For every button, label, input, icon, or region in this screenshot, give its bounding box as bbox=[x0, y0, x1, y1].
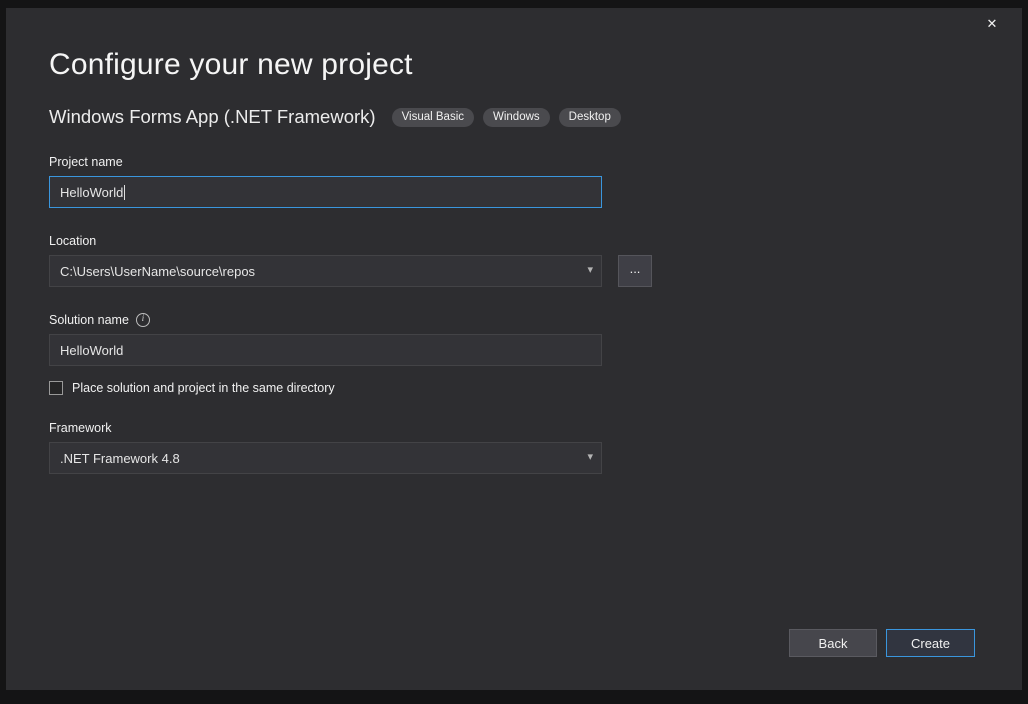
create-button[interactable]: Create bbox=[886, 629, 975, 657]
framework-label: Framework bbox=[49, 421, 1022, 435]
framework-combobox[interactable]: .NET Framework 4.8 ▾ bbox=[49, 442, 602, 474]
dialog-content: Configure your new project Windows Forms… bbox=[6, 8, 1022, 474]
tag-language: Visual Basic bbox=[392, 108, 474, 127]
chevron-down-icon[interactable]: ▾ bbox=[587, 265, 593, 276]
info-icon[interactable]: i bbox=[136, 313, 150, 327]
template-row: Windows Forms App (.NET Framework) Visua… bbox=[49, 106, 1022, 128]
solution-name-input[interactable]: HelloWorld bbox=[49, 334, 602, 366]
same-directory-checkbox[interactable] bbox=[49, 381, 63, 395]
location-row: C:\Users\UserName\source\repos ▾ ... bbox=[49, 248, 1022, 287]
project-name-label: Project name bbox=[49, 155, 1022, 169]
framework-label-text: Framework bbox=[49, 421, 112, 435]
project-name-value: HelloWorld bbox=[60, 185, 123, 200]
close-icon[interactable]: ✕ bbox=[980, 12, 1004, 36]
browse-button[interactable]: ... bbox=[618, 255, 652, 287]
same-directory-label: Place solution and project in the same d… bbox=[72, 381, 335, 395]
footer-buttons: Back Create bbox=[789, 629, 975, 657]
page-title: Configure your new project bbox=[49, 48, 1022, 82]
location-value: C:\Users\UserName\source\repos bbox=[60, 264, 255, 279]
chevron-down-icon[interactable]: ▾ bbox=[587, 452, 593, 463]
framework-value: .NET Framework 4.8 bbox=[60, 451, 180, 466]
solution-name-label: Solution name i bbox=[49, 313, 1022, 327]
tag-platform: Windows bbox=[483, 108, 550, 127]
back-button[interactable]: Back bbox=[789, 629, 877, 657]
solution-name-label-text: Solution name bbox=[49, 313, 129, 327]
same-directory-row: Place solution and project in the same d… bbox=[49, 381, 1022, 395]
project-name-label-text: Project name bbox=[49, 155, 123, 169]
location-label-text: Location bbox=[49, 234, 96, 248]
solution-name-value: HelloWorld bbox=[60, 343, 123, 358]
tag-project-type: Desktop bbox=[559, 108, 621, 127]
configure-project-dialog: ✕ Configure your new project Windows For… bbox=[6, 8, 1022, 690]
project-name-input[interactable]: HelloWorld bbox=[49, 176, 602, 208]
location-combobox[interactable]: C:\Users\UserName\source\repos ▾ bbox=[49, 255, 602, 287]
text-caret bbox=[124, 185, 125, 200]
template-name: Windows Forms App (.NET Framework) bbox=[49, 106, 376, 128]
location-label: Location bbox=[49, 234, 1022, 248]
